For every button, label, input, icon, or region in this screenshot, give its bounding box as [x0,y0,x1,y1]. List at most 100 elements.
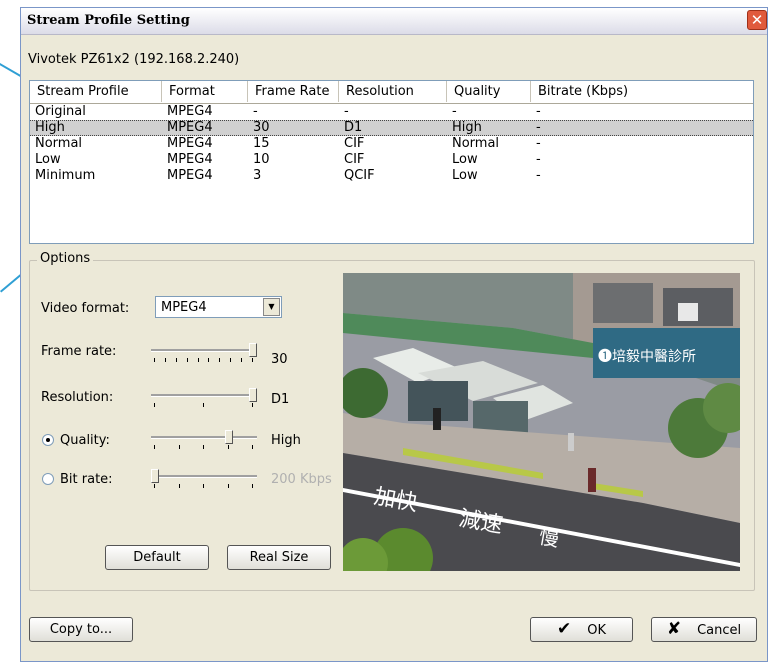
chevron-down-icon[interactable]: ▼ [263,298,280,316]
resolution-value: D1 [271,392,290,407]
slider-tick [203,445,204,449]
column-header-quality[interactable]: Quality [447,81,531,102]
table-cell: - [452,104,457,119]
table-cell: - [253,104,258,119]
table-cell: MPEG4 [167,168,213,183]
table-cell: 30 [253,120,270,135]
video-preview-image: ❶培毅中醫診所 加快 減速 慢 [343,273,740,571]
slider-tick [154,484,155,488]
table-row[interactable]: Normal MPEG4 15 CIF Normal - [30,136,753,152]
slider-tick [178,445,180,449]
ok-button-label: OK [587,623,606,638]
slider-tick [219,358,221,362]
slider-track [151,349,257,352]
column-header-frame-rate[interactable]: Frame Rate [248,81,339,102]
slider-tick [154,445,155,449]
table-cell: MPEG4 [167,120,213,135]
table-cell: - [536,104,541,119]
table-cell: 10 [253,152,270,167]
slider-thumb[interactable] [224,430,233,444]
bit-rate-label[interactable]: Bit rate: [60,472,113,487]
frame-rate-label: Frame rate: [41,344,117,359]
options-group-label: Options [37,251,94,266]
slider-tick [186,358,188,362]
real-size-button[interactable]: Real Size [227,545,331,570]
cancel-button[interactable]: ✘ Cancel [651,617,757,642]
table-cell: QCIF [344,168,375,183]
slider-track [151,475,257,478]
quality-slider[interactable] [151,430,257,452]
table-cell: D1 [344,120,363,135]
table-cell: 15 [253,136,270,151]
slider-tick [208,358,210,362]
slider-tick [178,484,180,488]
device-label: Vivotek PZ61x2 (192.168.2.240) [28,52,240,67]
table-cell: Low [35,152,61,167]
table-cell: High [452,120,482,135]
stream-profile-list[interactable]: Stream Profile Format Frame Rate Resolut… [29,80,754,244]
table-cell: High [35,120,65,135]
table-cell: Minimum [35,168,96,183]
video-format-value: MPEG4 [161,300,207,315]
quality-radio[interactable] [42,434,54,446]
slider-thumb[interactable] [249,343,257,357]
bit-rate-slider[interactable] [151,469,257,491]
table-cell: Normal [35,136,83,151]
video-format-select[interactable]: MPEG4 ▼ [155,296,282,318]
slider-track [151,394,257,397]
svg-text:❶培毅中醫診所: ❶培毅中醫診所 [598,348,696,365]
table-cell: CIF [344,152,365,167]
table-row[interactable]: Minimum MPEG4 3 QCIF Low - [30,168,753,184]
bit-rate-radio[interactable] [42,473,54,485]
column-header-stream-profile[interactable]: Stream Profile [30,81,162,102]
slider-tick [252,358,253,362]
slider-tick [252,484,253,488]
table-cell: Normal [452,136,500,151]
table-cell: - [536,136,541,151]
slider-tick [227,445,229,449]
slider-tick [252,445,253,449]
table-row[interactable]: High MPEG4 30 D1 High - [30,120,753,136]
quality-label[interactable]: Quality: [60,433,110,448]
table-cell: Low [452,152,478,167]
column-header-resolution[interactable]: Resolution [339,81,447,102]
table-cell: MPEG4 [167,104,213,119]
default-button[interactable]: Default [105,545,209,570]
slider-tick [203,484,204,488]
table-row[interactable]: Low MPEG4 10 CIF Low - [30,152,753,168]
slider-tick [197,358,199,362]
ok-button[interactable]: ✔ OK [530,617,633,642]
svg-text:慢: 慢 [537,524,561,551]
slider-tick [241,358,243,362]
slider-thumb[interactable] [249,388,257,402]
frame-rate-value: 30 [271,352,288,367]
slider-tick [230,358,232,362]
slider-tick [227,484,229,488]
slider-tick [164,358,166,362]
slider-tick [252,403,253,407]
table-cell: Low [452,168,478,183]
copy-to-button[interactable]: Copy to... [29,617,133,642]
column-header-bitrate[interactable]: Bitrate (Kbps) [531,81,753,102]
column-header-format[interactable]: Format [162,81,248,102]
table-cell: CIF [344,136,365,151]
table-cell: Original [35,104,86,119]
table-row[interactable]: Original MPEG4 - - - - [30,104,753,120]
video-format-label: Video format: [41,301,130,316]
quality-value: High [271,433,301,448]
resolution-slider[interactable] [151,388,257,410]
table-cell: MPEG4 [167,152,213,167]
slider-tick [175,358,177,362]
resolution-label: Resolution: [41,390,114,405]
table-cell: - [536,152,541,167]
table-cell: - [536,168,541,183]
frame-rate-slider[interactable] [151,343,257,365]
slider-tick [154,358,155,362]
table-cell: - [344,104,349,119]
slider-thumb[interactable] [151,469,159,483]
dialog-content: Vivotek PZ61x2 (192.168.2.240) Stream Pr… [20,7,768,662]
list-header: Stream Profile Format Frame Rate Resolut… [30,81,753,104]
table-cell: 3 [253,168,262,183]
slider-tick [203,403,204,407]
slider-tick [154,403,155,407]
